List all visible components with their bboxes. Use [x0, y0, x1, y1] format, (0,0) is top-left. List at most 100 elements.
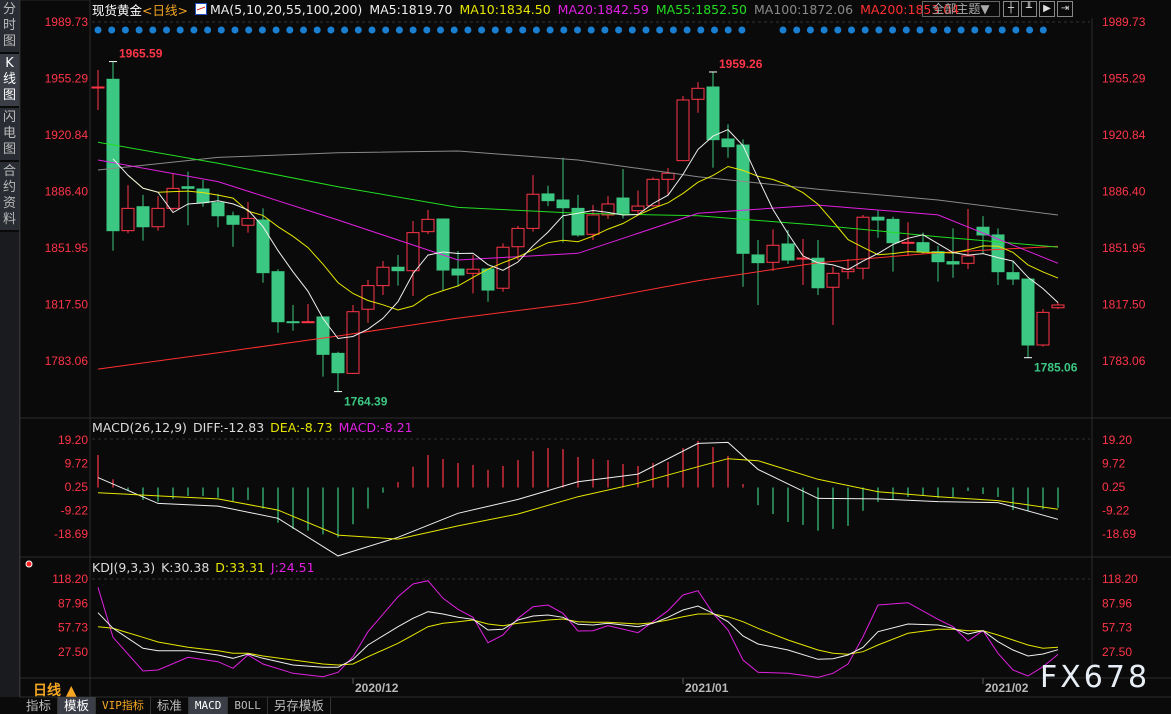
tab-indicators[interactable]: 指标 [20, 697, 59, 714]
right-axis-tick-label: 9.72 [1102, 456, 1126, 470]
event-dot [806, 26, 814, 34]
event-dot [601, 26, 609, 34]
event-dot [149, 26, 157, 34]
left-axis-tick-label: 9.72 [65, 456, 89, 470]
view-tabs: 分时图 K线图 闪电图 合约资料 [0, 0, 20, 697]
theme-select[interactable]: 全部主题▼ [922, 1, 1000, 17]
macd-macd: MACD:-8.21 [338, 420, 413, 435]
candle-body [721, 138, 735, 148]
event-dot [848, 26, 855, 34]
event-dot [491, 26, 499, 34]
candle-body [196, 188, 210, 204]
tab-macd[interactable]: MACD [188, 697, 229, 714]
symbol-name: 现货黄金 [92, 2, 143, 18]
right-axis-tick-label: -18.69 [1102, 527, 1136, 541]
event-dot [683, 26, 691, 34]
candle-body [406, 232, 420, 272]
event-dot [697, 26, 705, 34]
macd-name[interactable]: MACD(26,12,9) [92, 420, 187, 435]
tab-standard[interactable]: 标准 [151, 697, 189, 714]
candle-body [451, 268, 465, 276]
ma55-value: MA55:1852.50 [655, 1, 747, 17]
date-label: 2020/12 [355, 681, 399, 695]
candle-body [421, 218, 435, 233]
ma-params[interactable]: MA(5,10,20,55,100,200) [210, 2, 362, 17]
candle-body [241, 217, 255, 226]
right-axis-tick-label: 0.25 [1102, 480, 1126, 494]
event-dot [327, 26, 335, 34]
event-dot [1012, 26, 1020, 34]
candle-body [691, 87, 705, 100]
candle-body [781, 243, 795, 261]
macd-dea: DEA:-8.73 [270, 420, 333, 435]
tab-save-template[interactable]: 另存模板 [268, 697, 331, 714]
chart-canvas[interactable]: 1989.73 1989.73 1955.29 1955.29 1920.84 1920.… [0, 0, 1171, 714]
ma200-line [97, 245, 1059, 370]
macd-diff: DIFF:-12.83 [192, 420, 265, 435]
play-icon[interactable]: ▶ [1039, 1, 1055, 17]
event-dot [779, 26, 787, 34]
event-dot [519, 26, 527, 34]
event-dot [916, 26, 924, 34]
left-axis-tick-label: 1851.95 [45, 241, 89, 255]
event-dot [587, 26, 595, 34]
event-dot [437, 26, 444, 34]
tab-contract-info[interactable]: 合约资料 [0, 162, 19, 232]
indicator-chart-icon[interactable] [194, 3, 207, 15]
event-dot [190, 26, 198, 34]
event-dot [121, 26, 129, 34]
candle-body [631, 205, 645, 212]
tab-templates[interactable]: 模板 [58, 697, 97, 714]
candle-body [211, 202, 225, 217]
tab-boll[interactable]: BOLL [228, 697, 268, 714]
candle-body [871, 216, 885, 221]
event-dot [532, 26, 540, 34]
tab-vip-indicators[interactable]: VIP指标 [96, 697, 151, 714]
chart-header: 现货黄金 <日线> MA(5,10,20,55,100,200) MA5:181… [92, 0, 966, 19]
tab-flash-chart[interactable]: 闪电图 [0, 108, 19, 162]
exit-icon[interactable]: ⇥ [1057, 1, 1073, 17]
candle-body [1021, 278, 1035, 346]
left-axis-tick-label: 57.73 [58, 621, 88, 635]
event-dot [94, 26, 102, 34]
event-dot [135, 26, 143, 34]
interval-stats-icon[interactable]: ╨ [1021, 1, 1037, 17]
event-dot [354, 26, 362, 34]
event-dot [313, 26, 321, 34]
kdj-legend: KDJ(9,3,3) K:30.38 D:33.31 J:24.51 [92, 560, 321, 575]
event-dot [943, 26, 951, 34]
candle-body [1051, 304, 1065, 309]
period-tag[interactable]: <日线> [142, 0, 188, 19]
left-axis-tick-label: 1955.29 [45, 71, 89, 85]
candle-body [391, 266, 405, 272]
left-axis-tick-label: 118.20 [52, 572, 88, 586]
crosshair-icon[interactable]: ┼ [1003, 1, 1019, 17]
tab-time-sharing[interactable]: 分时图 [0, 0, 19, 54]
kdj-name[interactable]: KDJ(9,3,3) [92, 560, 155, 575]
event-dot [574, 26, 581, 34]
ma10-value: MA10:1834.50 [459, 1, 551, 17]
event-dot [656, 26, 664, 34]
right-axis-tick-label: 1851.95 [1102, 241, 1146, 255]
tab-kline[interactable]: K线图 [0, 54, 19, 108]
candle-body [91, 86, 105, 89]
event-dot [272, 26, 280, 34]
date-label: 2021/01 [685, 681, 729, 695]
left-axis-tick-label: 27.50 [58, 645, 88, 659]
event-dot [300, 26, 307, 34]
candle-body [481, 268, 495, 291]
candle-body [1036, 311, 1050, 346]
candle-body [181, 186, 195, 189]
candle-body [466, 268, 480, 274]
kdj-k-line [97, 605, 1059, 668]
macd-legend: MACD(26,12,9) DIFF:-12.83 DEA:-8.73 MACD:-8… [92, 420, 419, 435]
event-dot [231, 26, 239, 34]
right-axis-tick-label: 1886.40 [1102, 184, 1146, 198]
candle-body [331, 352, 345, 374]
right-axis-tick-label: -9.22 [1102, 503, 1130, 517]
event-dot [382, 26, 390, 34]
event-dot [204, 26, 212, 34]
event-dot [957, 26, 965, 34]
right-axis-tick-label: 1783.06 [1102, 354, 1146, 368]
right-axis-tick-label: 19.20 [1102, 433, 1132, 447]
